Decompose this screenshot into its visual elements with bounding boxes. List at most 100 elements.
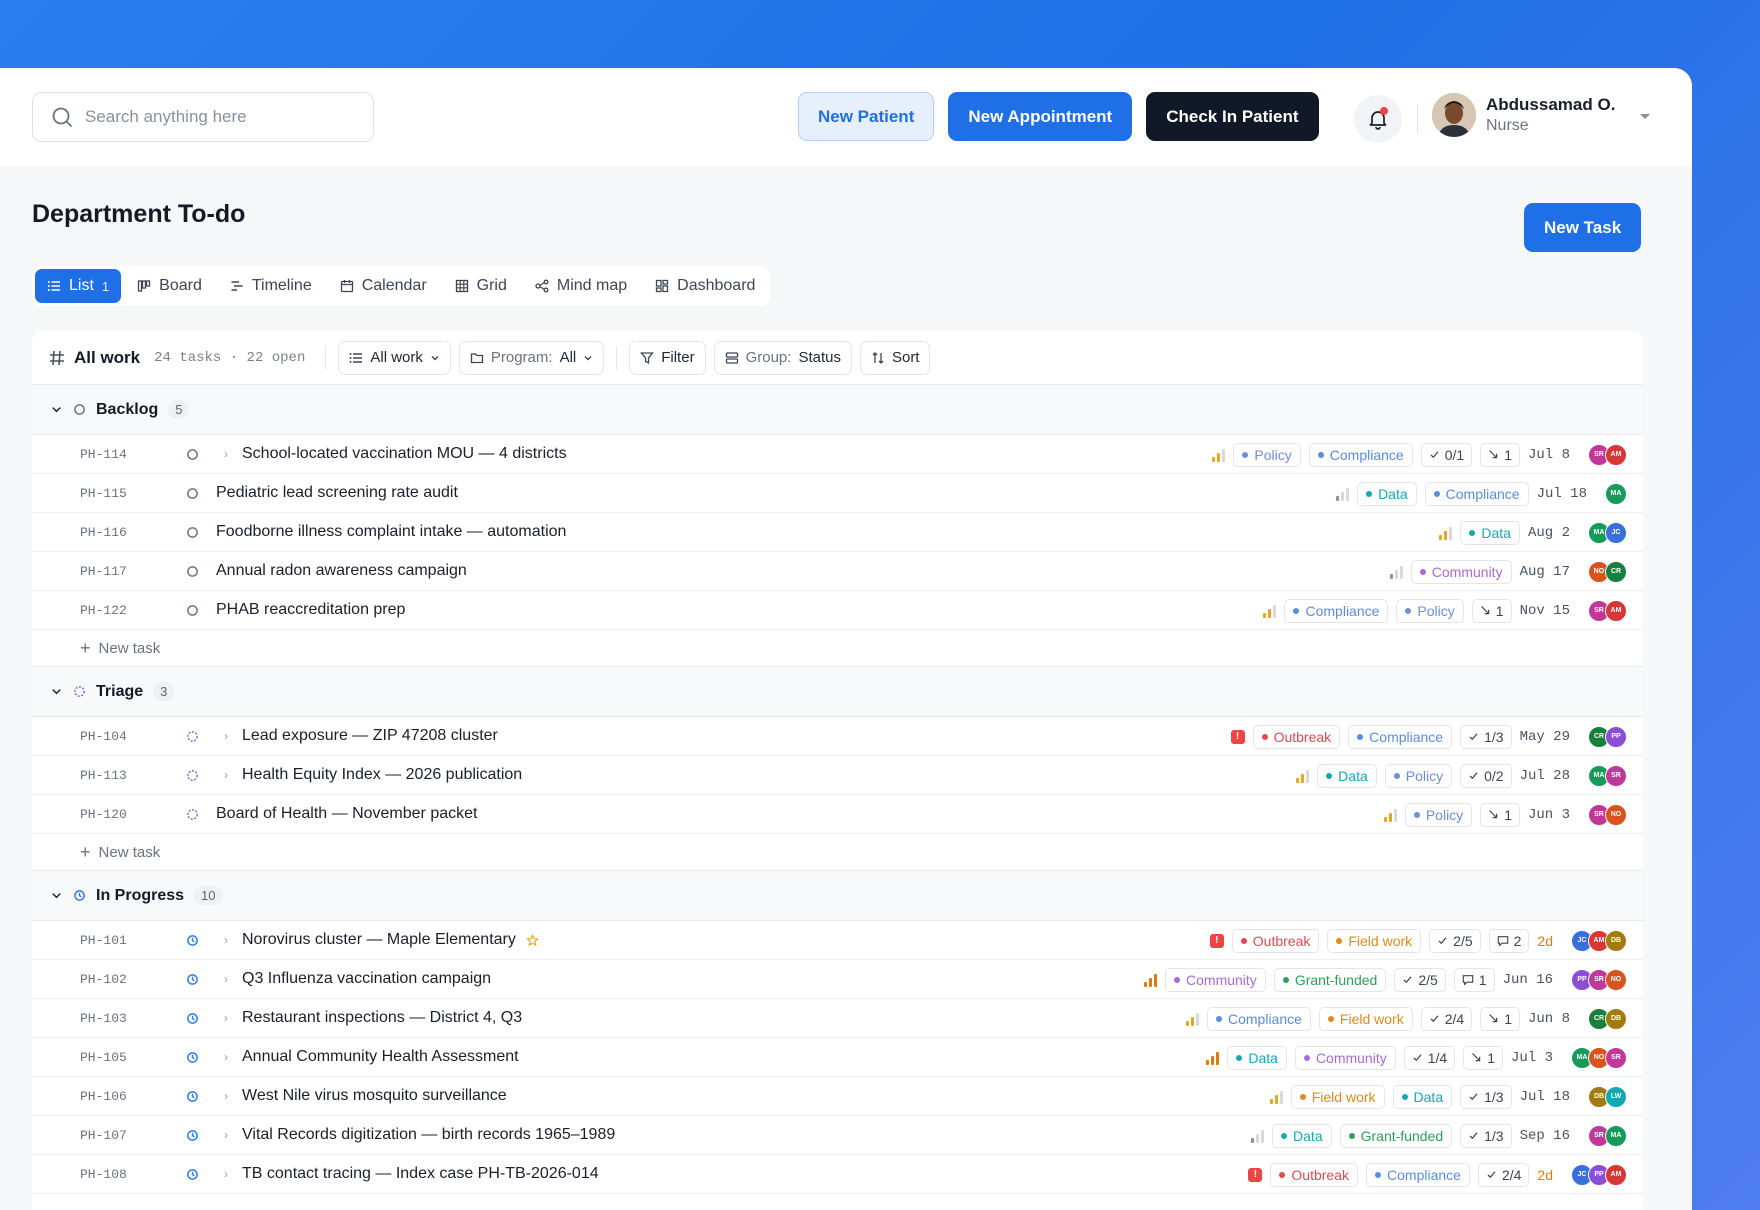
assignees[interactable]: JC AM DB [1571,929,1627,952]
tag[interactable]: Policy [1396,598,1464,623]
tag[interactable]: Data [1392,1084,1453,1109]
task-status[interactable] [186,730,199,748]
program-dropdown[interactable]: Program: All [458,340,605,375]
tag[interactable]: Compliance [1206,1006,1311,1031]
tag[interactable]: Policy [1233,442,1301,467]
task-row[interactable]: PH-115 Pediatric lead screening rate audi… [32,474,1643,513]
new-patient-button[interactable]: New Patient [798,92,935,141]
task-row[interactable]: PH-116 Foodborne illness complaint intake… [32,513,1643,552]
task-title[interactable]: Board of Health — November packet [216,805,477,823]
task-title[interactable]: School-located vaccination MOU — 4 distr… [242,445,567,463]
assignees[interactable]: MA NO SR [1571,1046,1627,1069]
task-title[interactable]: Restaurant inspections — District 4, Q3 [242,1009,522,1027]
comment-count[interactable]: 1 [1453,967,1495,992]
expand-icon[interactable]: › [224,1089,228,1103]
tag[interactable]: Community [1410,559,1512,584]
comment-count[interactable]: 2 [1488,928,1530,953]
checklist-progress[interactable]: 2/5 [1394,967,1446,992]
tag[interactable]: Field work [1290,1084,1385,1109]
group-header-progress[interactable]: In Progress 10 [32,871,1643,921]
tag[interactable]: Compliance [1424,481,1529,506]
checklist-progress[interactable]: 1/3 [1460,724,1512,749]
checklist-progress[interactable]: 0/1 [1420,442,1473,467]
task-row[interactable]: PH-104 › Lead exposure — ZIP 47208 cluster… [32,717,1643,756]
assignees[interactable]: NO CR [1588,560,1627,583]
subtask-count[interactable]: 1 [1480,802,1520,827]
task-row[interactable]: PH-120 Board of Health — November packet P… [32,795,1643,834]
subtask-count[interactable]: 1 [1480,442,1520,467]
task-row[interactable]: PH-101 › Norovirus cluster — Maple Element… [32,921,1643,960]
task-title[interactable]: TB contact tracing — Index case PH-TB-20… [242,1165,599,1183]
task-row[interactable]: PH-114 › School-located vaccination MOU — … [32,435,1643,474]
sort-button[interactable]: Sort [859,340,931,375]
search-input[interactable] [85,107,355,127]
task-title[interactable]: Lead exposure — ZIP 47208 cluster [242,727,498,745]
task-row[interactable]: PH-113 › Health Equity Index — 2026 public… [32,756,1643,795]
task-status[interactable] [186,1012,199,1030]
tab-grid[interactable]: Grid [443,269,519,303]
tab-list[interactable]: List 1 [35,269,122,303]
tag[interactable]: Grant-funded [1273,967,1387,992]
checklist-progress[interactable]: 1/3 [1460,1084,1512,1109]
task-title[interactable]: Q3 Influenza vaccination campaign [242,970,491,988]
tag[interactable]: Data [1317,763,1377,788]
tag[interactable]: Community [1294,1045,1396,1070]
assignees[interactable]: CR DB [1588,1007,1627,1030]
tag[interactable]: Policy [1404,802,1473,827]
tag[interactable]: Compliance [1308,442,1413,467]
task-row[interactable]: PH-117 Annual radon awareness campaign Com… [32,552,1643,591]
assignees[interactable]: SR AM [1588,443,1627,466]
subtask-count[interactable]: 1 [1480,1006,1520,1031]
expand-icon[interactable]: › [224,972,228,986]
task-title[interactable]: Vital Records digitization — birth recor… [242,1126,615,1144]
task-title[interactable]: Annual Community Health Assessment [242,1048,519,1066]
task-row[interactable]: PH-108 › TB contact tracing — Index case P… [32,1155,1643,1194]
task-status[interactable] [186,487,199,505]
expand-icon[interactable]: › [224,729,228,743]
task-row[interactable]: PH-106 › West Nile virus mosquito surveill… [32,1077,1643,1116]
assignees[interactable]: CR PP [1588,725,1627,748]
tab-dashboard[interactable]: Dashboard [643,269,767,303]
add-task-row[interactable]: + New task [32,834,1643,871]
search-box[interactable] [32,92,374,142]
assignees[interactable]: MA SR [1588,764,1627,787]
task-status[interactable] [186,1168,199,1186]
tag[interactable]: Data [1357,481,1417,506]
notifications-button[interactable] [1354,95,1402,143]
assignees[interactable]: SR NO [1588,803,1627,826]
task-title[interactable]: PHAB reaccreditation prep [216,601,405,619]
task-title[interactable]: Health Equity Index — 2026 publication [242,766,522,784]
group-header-triage[interactable]: Triage 3 [32,667,1643,717]
expand-icon[interactable]: › [224,768,228,782]
tag[interactable]: Field work [1318,1006,1413,1031]
checklist-progress[interactable]: 1/4 [1403,1045,1456,1070]
task-status[interactable] [186,934,199,952]
check-in-patient-button[interactable]: Check In Patient [1146,92,1319,141]
expand-icon[interactable]: › [224,1011,228,1025]
task-title[interactable]: West Nile virus mosquito surveillance [242,1087,507,1105]
subtask-count[interactable]: 1 [1471,598,1512,623]
task-title[interactable]: Norovirus cluster — Maple Elementary [242,931,539,949]
task-row[interactable]: PH-107 › Vital Records digitization — birt… [32,1116,1643,1155]
subtask-count[interactable]: 1 [1463,1045,1503,1070]
tag[interactable]: Data [1227,1045,1287,1070]
task-status[interactable] [186,769,199,787]
tag[interactable]: Field work [1327,928,1422,953]
assignees[interactable]: DB LW [1588,1085,1627,1108]
expand-icon[interactable]: › [224,933,228,947]
checklist-progress[interactable]: 2/4 [1477,1162,1530,1187]
task-title[interactable]: Foodborne illness complaint intake — aut… [216,523,566,541]
expand-icon[interactable]: › [224,1167,228,1181]
task-title[interactable]: Annual radon awareness campaign [216,562,467,580]
all-work-dropdown[interactable]: All work [338,340,451,375]
tag[interactable]: Outbreak [1252,724,1341,749]
user-menu[interactable]: Abdussamad O. Nurse [1432,93,1615,137]
task-status[interactable] [186,808,199,826]
assignees[interactable]: MA JC [1588,521,1627,544]
tag[interactable]: Compliance [1284,598,1389,623]
task-row[interactable]: PH-103 › Restaurant inspections — District… [32,999,1643,1038]
tag[interactable]: Data [1272,1123,1332,1148]
assignees[interactable]: SR MA [1588,1124,1627,1147]
task-row[interactable]: PH-122 PHAB reaccreditation prep Complianc… [32,591,1643,630]
filter-button[interactable]: Filter [629,340,706,375]
